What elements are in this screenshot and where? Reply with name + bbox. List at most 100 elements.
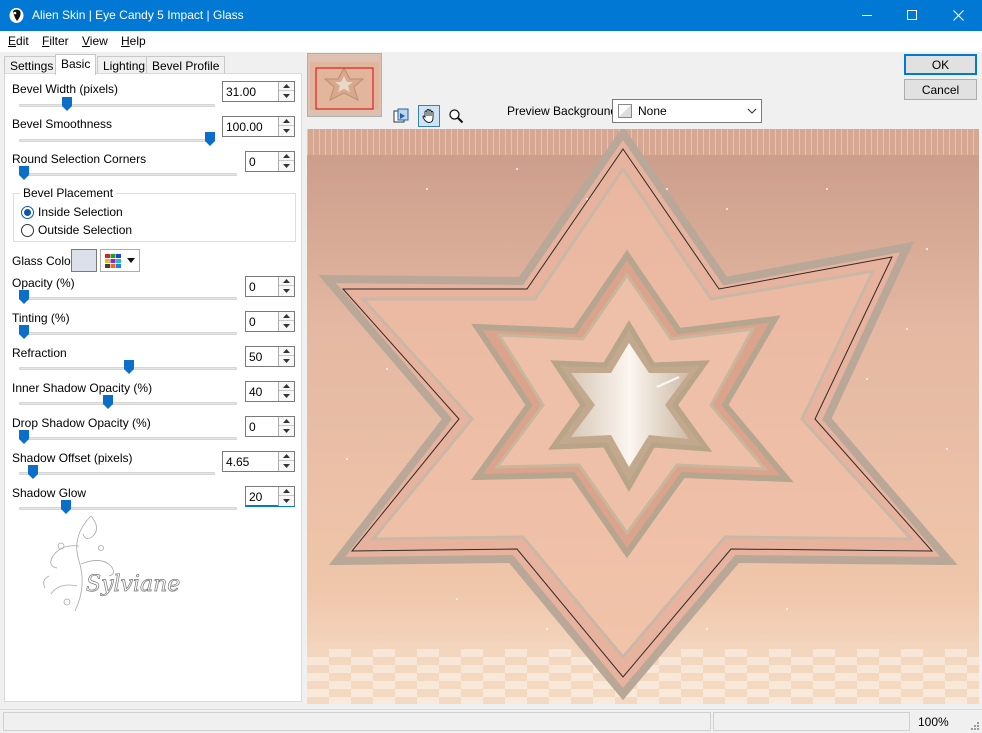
round-corners-field[interactable]: 0 [245,151,295,172]
preview-image [307,129,979,704]
inner-shadow-opacity-field[interactable]: 40 [245,381,295,402]
zoom-level: 100% [918,715,949,729]
shadow-offset-slider[interactable] [28,465,38,479]
inner-shadow-opacity-track [19,402,237,405]
status-segment-main [3,712,711,731]
tinting-label: Tinting (%) [12,311,70,325]
opacity-slider[interactable] [19,290,29,304]
spin-up-icon[interactable] [279,347,294,356]
refraction-field[interactable]: 50 [245,346,295,367]
drop-shadow-opacity-slider[interactable] [19,430,29,444]
menu-edit[interactable]: Edit [8,34,29,48]
shadow-glow-field[interactable]: 20 [245,486,295,507]
spin-down-icon[interactable] [279,161,294,170]
bevel-placement-title: Bevel Placement [20,186,117,200]
shadow-offset-label: Shadow Offset (pixels) [12,451,133,465]
tab-basic[interactable]: Basic [55,54,97,75]
close-icon [952,10,964,21]
minimize-button[interactable] [844,0,890,31]
tinting-track [19,332,237,335]
outside-selection-radio[interactable] [21,224,34,237]
thumbnail-image [308,54,381,116]
preview-canvas[interactable] [307,129,979,704]
bevel-placement-group: Bevel Placement Inside Selection Outside… [13,186,296,242]
hand-icon [422,109,434,123]
opacity-track [19,297,237,300]
resize-grip-icon[interactable] [969,720,980,731]
zoom-tool-button[interactable] [445,105,467,127]
spin-down-icon[interactable] [279,356,294,365]
ok-button[interactable]: OK [904,54,977,75]
close-button[interactable] [935,0,981,31]
spin-down-icon[interactable] [279,286,294,295]
window-title: Alien Skin | Eye Candy 5 Impact | Glass [32,8,244,22]
color-grid-icon [105,254,121,268]
spin-up-icon[interactable] [279,152,294,161]
round-corners-label: Round Selection Corners [12,152,147,166]
spin-up-icon[interactable] [279,82,294,91]
spin-down-icon[interactable] [279,321,294,330]
spin-up-icon[interactable] [279,117,294,126]
glass-color-swatch[interactable] [71,249,97,272]
inside-selection-label[interactable]: Inside Selection [38,205,123,219]
tab-bevel-profile[interactable]: Bevel Profile [146,56,226,74]
bevel-width-field[interactable]: 31.00 [222,81,295,102]
menu-help[interactable]: Help [121,34,146,48]
round-corners-slider[interactable] [19,166,29,180]
tinting-field[interactable]: 0 [245,311,295,332]
maximize-button[interactable] [889,0,935,31]
spin-down-icon[interactable] [279,91,294,100]
opacity-field[interactable]: 0 [245,276,295,297]
spin-up-icon[interactable] [279,452,294,461]
preview-compare-button[interactable] [390,105,412,127]
spin-down-icon[interactable] [279,426,294,435]
background-swatch [618,104,632,118]
inside-selection-radio[interactable] [21,206,34,219]
inner-shadow-opacity-slider[interactable] [103,395,113,409]
bevel-width-slider[interactable] [62,97,72,111]
opacity-label: Opacity (%) [12,276,75,290]
shadow-offset-field[interactable]: 4.65 [222,451,295,472]
spin-up-icon[interactable] [279,417,294,426]
inner-shadow-opacity-label: Inner Shadow Opacity (%) [12,381,153,395]
status-segment-mid [713,712,910,731]
spin-up-icon[interactable] [279,382,294,391]
preview-background-select[interactable]: None [612,99,762,123]
spin-down-icon[interactable] [279,391,294,400]
color-picker-button[interactable] [100,249,140,272]
hand-tool-button[interactable] [418,105,440,127]
bevel-smoothness-track [19,139,215,142]
drop-shadow-opacity-label: Drop Shadow Opacity (%) [12,416,151,430]
tab-settings[interactable]: Settings [4,56,60,74]
preview-compare-icon [393,108,409,123]
bevel-smoothness-label: Bevel Smoothness [12,117,113,131]
zoom-icon [449,109,464,124]
menu-view[interactable]: View [82,34,108,48]
bevel-smoothness-slider[interactable] [205,132,215,146]
refraction-slider[interactable] [124,360,134,374]
spin-up-icon[interactable] [279,487,294,496]
tinting-slider[interactable] [19,325,29,339]
outside-selection-label[interactable]: Outside Selection [38,223,132,237]
spin-up-icon[interactable] [279,277,294,286]
chevron-down-icon [127,258,135,263]
menu-filter[interactable]: Filter [42,34,69,48]
maximize-icon [906,10,917,20]
spin-down-icon[interactable] [279,496,294,505]
spin-down-icon[interactable] [279,126,294,135]
tab-lighting[interactable]: Lighting [97,56,152,74]
spin-down-icon[interactable] [279,461,294,470]
shadow-offset-track [19,472,215,475]
spin-up-icon[interactable] [279,312,294,321]
navigator-thumbnail[interactable] [307,53,382,117]
alien-skin-app-icon [9,8,24,23]
drop-shadow-opacity-field[interactable]: 0 [245,416,295,437]
bevel-smoothness-field[interactable]: 100.00 [222,116,295,137]
round-corners-track [19,173,237,176]
refraction-label: Refraction [12,346,67,360]
watermark-text: Sylviane [86,572,180,597]
cancel-button[interactable]: Cancel [904,79,977,100]
chevron-down-icon [747,108,757,114]
basic-settings-panel: Bevel Width (pixels) 31.00 Bevel Smoothn… [4,73,302,702]
glass-color-label: Glass Color [12,254,75,268]
